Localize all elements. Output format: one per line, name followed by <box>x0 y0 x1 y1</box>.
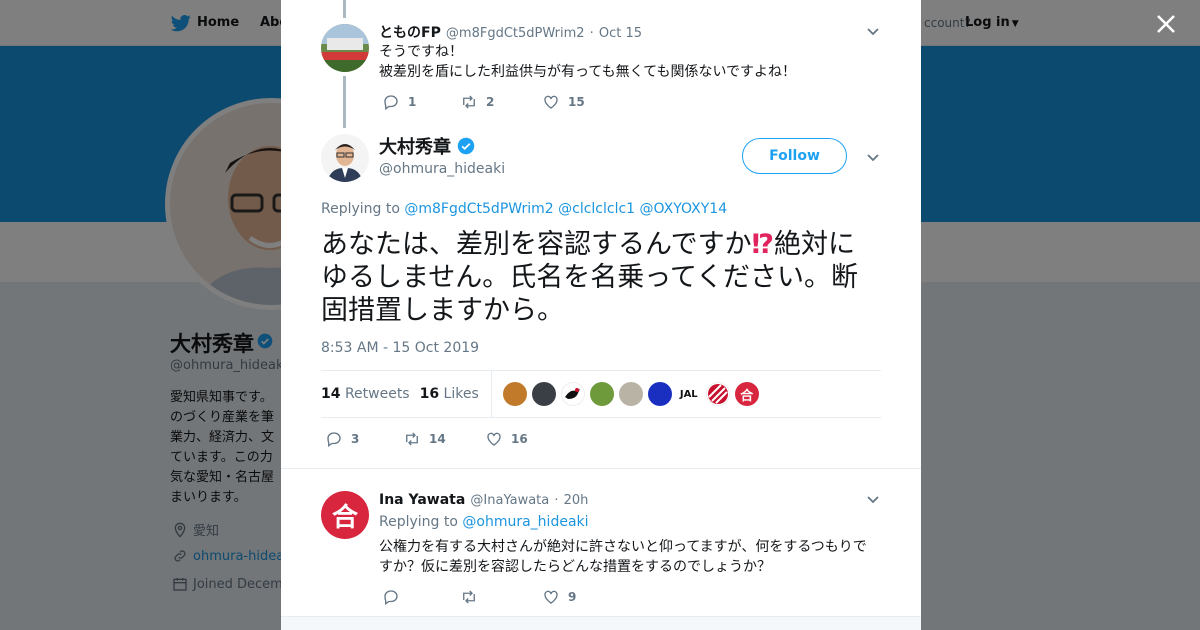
liker-avatar[interactable] <box>560 382 585 406</box>
liker-avatar[interactable] <box>589 382 614 406</box>
likes-stat[interactable]: 16 Likes <box>420 386 479 402</box>
reply-icon <box>384 590 398 606</box>
author-name[interactable]: 大村秀章 <box>379 133 451 159</box>
likes-label: Likes <box>443 386 479 402</box>
verified-badge-icon <box>457 137 475 155</box>
conversation-line <box>343 0 346 18</box>
main-author-name-row: 大村秀章 <box>379 133 475 159</box>
tweet-header: Ina Yawata @InaYawata · 20h <box>379 489 588 508</box>
retweet-button[interactable]: 2 <box>460 93 542 111</box>
chevron-down-icon[interactable] <box>866 150 880 164</box>
liker-avatar-label: 合 <box>740 388 754 404</box>
author-handle[interactable]: @InaYawata <box>470 493 549 508</box>
reply-button[interactable]: 1 <box>382 93 460 111</box>
retweet-button[interactable]: 14 <box>403 430 485 448</box>
avatar[interactable]: 合 <box>321 491 369 539</box>
author-handle[interactable]: @ohmura_hideaki <box>379 161 505 177</box>
main-tweet-text: あなたは、差別を容認するんですか⁉絶対にゆるしません。氏名を名乗ってください。断… <box>321 228 881 327</box>
like-count: 15 <box>568 95 585 109</box>
replying-prefix: Replying to <box>321 201 400 217</box>
retweet-icon <box>463 590 475 604</box>
reply-button[interactable] <box>382 588 460 606</box>
retweets-label: Retweets <box>344 386 410 402</box>
heart-icon <box>487 432 501 446</box>
liker-avatar[interactable] <box>647 382 672 406</box>
tweet-stats: 14 Retweets 16 Likes JAL 合 <box>321 370 881 418</box>
tweet-modal: とものFP @m8FgdCt5dPWrim2 · Oct 15 そうですね！ 被… <box>281 0 921 630</box>
retweets-stat[interactable]: 14 Retweets <box>321 386 410 402</box>
retweet-icon <box>463 95 475 109</box>
tweet-text: 公権力を有する大村さんが絶対に許さないと仰ってますが、何をするつもりですか？仮に… <box>379 539 867 575</box>
heart-icon <box>544 590 558 604</box>
liker-avatar[interactable] <box>618 382 643 406</box>
reply-icon <box>384 95 398 111</box>
mention-link[interactable]: @m8FgdCt5dPWrim2 <box>404 201 553 217</box>
conversation-line <box>343 76 346 128</box>
like-count: 16 <box>511 432 528 446</box>
author-name[interactable]: Ina Yawata <box>379 492 465 508</box>
retweet-icon <box>406 432 418 446</box>
retweets-count: 14 <box>321 386 341 402</box>
tweet-timestamp[interactable]: 8:53 AM - 15 Oct 2019 <box>321 340 479 356</box>
avatar-glyph: 合 <box>331 502 358 533</box>
reply-count: 3 <box>351 432 360 446</box>
replying-to: Replying to @ohmura_hideaki <box>379 514 589 530</box>
tweet-text-part: あなたは、差別を容認するんですか <box>321 229 752 260</box>
modal-footer-strip <box>281 616 921 630</box>
retweet-count: 14 <box>429 432 446 446</box>
mention-link[interactable]: @OXYOXY14 <box>640 201 728 217</box>
tweet-actions: 9 <box>382 588 576 606</box>
dot-separator: · <box>589 26 594 41</box>
likes-count: 16 <box>419 386 440 402</box>
tweet-time[interactable]: 20h <box>564 493 589 508</box>
reply-count: 1 <box>408 95 417 109</box>
follow-button[interactable]: Follow <box>742 138 847 174</box>
author-name[interactable]: とものFP <box>379 25 441 41</box>
replying-to: Replying to @m8FgdCt5dPWrim2 @clclclclc1… <box>321 201 727 217</box>
liker-avatar[interactable]: JAL <box>676 382 701 406</box>
chevron-down-icon[interactable] <box>866 492 880 506</box>
thread-divider <box>281 468 921 469</box>
like-button[interactable]: 15 <box>542 93 585 111</box>
like-count: 9 <box>568 590 577 604</box>
liker-avatar[interactable]: 合 <box>734 382 759 406</box>
liker-avatar[interactable] <box>502 382 527 406</box>
like-button[interactable]: 16 <box>485 430 528 448</box>
tweet-actions: 1 2 15 <box>382 93 585 111</box>
heart-icon <box>544 95 558 109</box>
interrobang-emoji-icon: ⁉ <box>751 229 775 260</box>
avatar-photo <box>321 24 369 72</box>
liker-avatars: JAL 合 <box>502 382 759 406</box>
stats-divider <box>490 370 492 418</box>
author-handle[interactable]: @m8FgdCt5dPWrim2 <box>446 26 585 41</box>
mention-link[interactable]: @clclclclc1 <box>558 201 635 217</box>
liker-avatar[interactable] <box>705 382 730 406</box>
mention-link[interactable]: @ohmura_hideaki <box>462 514 588 530</box>
like-button[interactable]: 9 <box>542 588 576 606</box>
main-tweet-actions: 3 14 16 <box>325 430 528 448</box>
retweet-button[interactable] <box>460 588 542 606</box>
bird-silhouette-icon <box>564 388 580 399</box>
stripe-logo-icon <box>707 384 728 404</box>
dot-separator: · <box>554 493 559 508</box>
reply-button[interactable]: 3 <box>325 430 403 448</box>
tweet-time[interactable]: Oct 15 <box>599 26 642 41</box>
retweet-count: 2 <box>486 95 495 109</box>
avatar-photo <box>321 134 369 182</box>
chevron-down-icon[interactable] <box>866 24 880 38</box>
avatar[interactable] <box>321 134 369 182</box>
replying-prefix: Replying to <box>379 514 458 530</box>
avatar[interactable] <box>321 24 369 72</box>
liker-avatar[interactable] <box>531 382 556 406</box>
close-icon[interactable] <box>1155 13 1177 35</box>
liker-avatar-label: JAL <box>679 388 698 400</box>
tweet-text: そうですね！ 被差別を盾にした利益供与が有っても無くても関係ないですよね！ <box>379 44 797 80</box>
reply-icon <box>327 432 341 448</box>
tweet-header: とものFP @m8FgdCt5dPWrim2 · Oct 15 <box>379 22 642 42</box>
